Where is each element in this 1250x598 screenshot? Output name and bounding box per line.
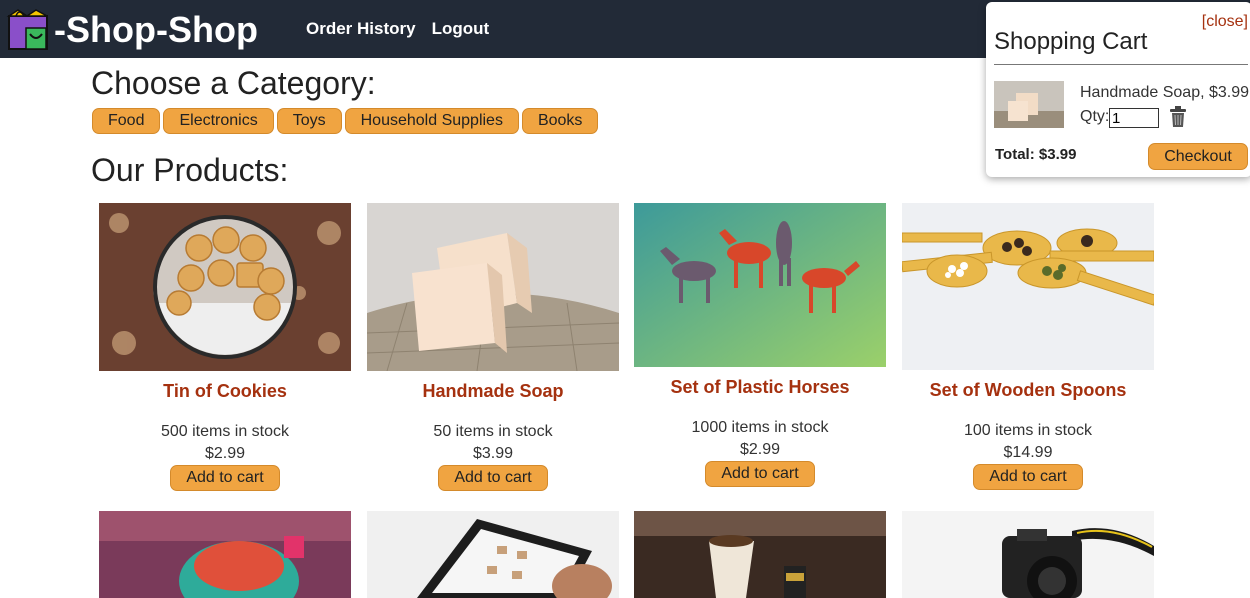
product-name[interactable]: Set of Plastic Horses <box>634 377 886 398</box>
cart-divider <box>994 64 1248 65</box>
cart-qty-label: Qty: <box>1080 108 1110 125</box>
products-heading: Our Products: <box>91 152 289 188</box>
product-name[interactable]: Handmade Soap <box>367 381 619 402</box>
cart-item-name: Handmade Soap, $3.99 <box>1080 84 1250 101</box>
checkout-button[interactable]: Checkout <box>1148 143 1248 170</box>
product-price: $2.99 <box>204 445 246 462</box>
product-stock: 1000 items in stock <box>691 419 829 436</box>
cart-title: Shopping Cart <box>994 28 1148 55</box>
category-books-button[interactable]: Books <box>521 108 599 134</box>
category-household-button[interactable]: Household Supplies <box>344 108 519 134</box>
product-stock: 500 items in stock <box>160 423 290 440</box>
nav-links: Order History Logout <box>306 19 489 39</box>
shopping-cart-panel: [close] Shopping Cart Handmade Soap, $3.… <box>986 2 1250 177</box>
cart-qty-input[interactable] <box>1109 108 1159 128</box>
add-to-cart-button[interactable]: Add to cart <box>705 461 815 487</box>
nav-logout[interactable]: Logout <box>432 19 490 39</box>
logo[interactable]: -Shop-Shop <box>6 8 258 52</box>
product-stock: 100 items in stock <box>963 422 1093 439</box>
product-image-cookies[interactable] <box>99 203 351 371</box>
product-name[interactable]: Tin of Cookies <box>99 381 351 402</box>
product-image-camera[interactable] <box>902 511 1154 598</box>
category-list: Food Electronics Toys Household Supplies… <box>92 108 599 134</box>
product-image-spoons[interactable] <box>902 203 1154 370</box>
cart-close-link[interactable]: [close] <box>1202 13 1248 31</box>
product-card: Tin of Cookies 500 items in stock $2.99 … <box>99 203 351 491</box>
nav-order-history[interactable]: Order History <box>306 19 416 39</box>
cart-item-thumbnail <box>994 81 1064 128</box>
product-image-spinning-top[interactable] <box>99 511 351 598</box>
product-stock: 50 items in stock <box>433 423 553 440</box>
add-to-cart-button[interactable]: Add to cart <box>438 465 548 491</box>
product-image-horses[interactable] <box>634 203 886 367</box>
trash-icon[interactable] <box>1169 106 1187 128</box>
product-price: $14.99 <box>1003 444 1053 461</box>
category-heading: Choose a Category: <box>91 65 376 101</box>
product-card: Set of Wooden Spoons 100 items in stock … <box>902 203 1154 490</box>
product-image-tablet[interactable] <box>367 511 619 598</box>
product-image-coffee[interactable] <box>634 511 886 598</box>
add-to-cart-button[interactable]: Add to cart <box>973 464 1083 490</box>
add-to-cart-button[interactable]: Add to cart <box>170 465 280 491</box>
shopping-bag-icon <box>6 9 48 50</box>
product-price: $2.99 <box>739 441 781 458</box>
category-electronics-button[interactable]: Electronics <box>163 108 274 134</box>
logo-text: -Shop-Shop <box>54 9 258 50</box>
product-name[interactable]: Set of Wooden Spoons <box>902 380 1154 401</box>
product-price: $3.99 <box>472 445 514 462</box>
cart-total: Total: $3.99 <box>995 146 1077 163</box>
product-card: Set of Plastic Horses 1000 items in stoc… <box>634 203 886 487</box>
product-image-soap[interactable] <box>367 203 619 371</box>
product-card: Handmade Soap 50 items in stock $3.99 Ad… <box>367 203 619 491</box>
category-toys-button[interactable]: Toys <box>276 108 342 134</box>
category-food-button[interactable]: Food <box>92 108 161 134</box>
